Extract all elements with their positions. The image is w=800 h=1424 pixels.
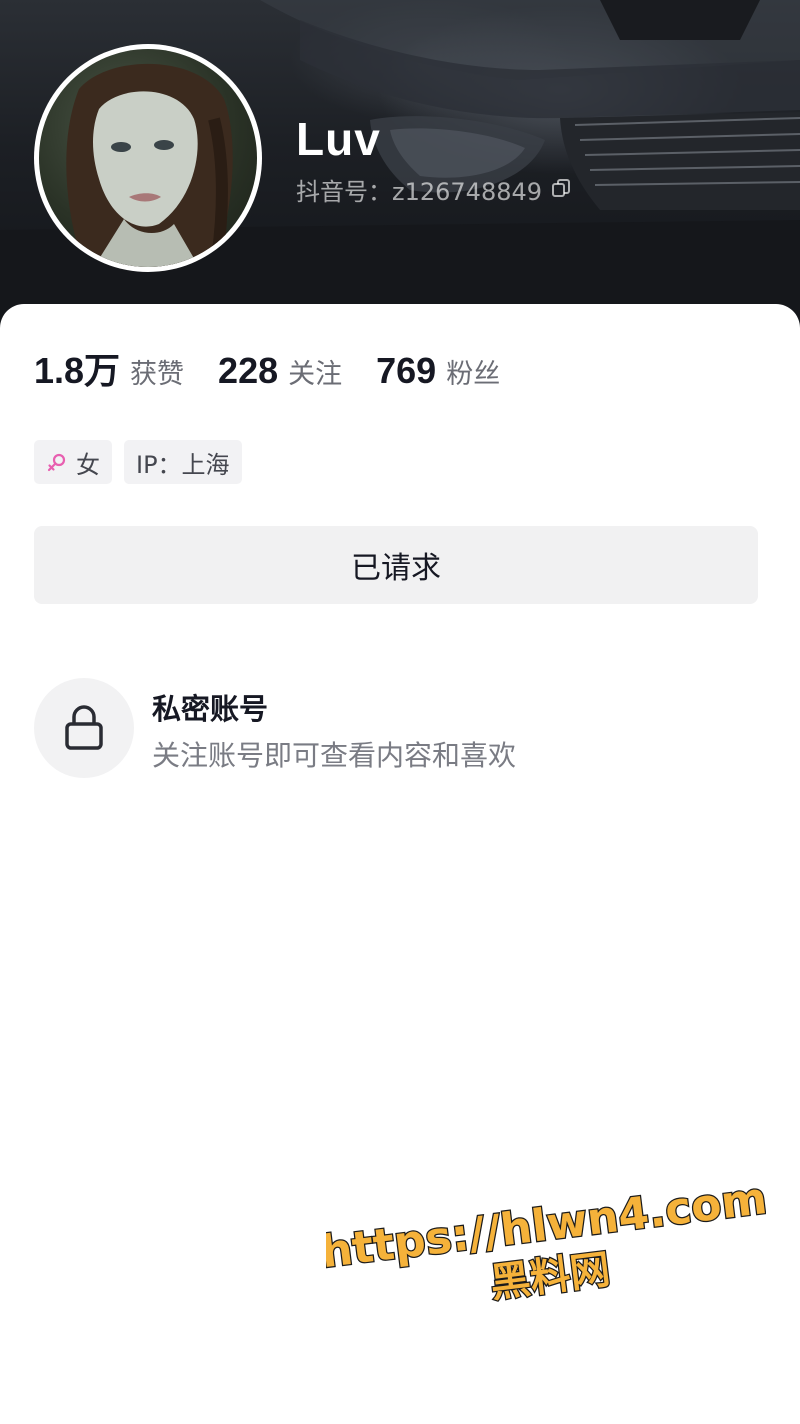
stat-likes-value: 1.8万 [34, 350, 121, 391]
private-account-description: 关注账号即可查看内容和喜欢 [152, 739, 517, 772]
stat-following-value: 228 [218, 350, 279, 391]
lock-icon [65, 705, 103, 750]
ip-tag: IP：上海 [124, 440, 242, 484]
stat-followers[interactable]: 769 粉丝 [376, 350, 500, 392]
lock-badge [34, 678, 134, 778]
stat-likes: 1.8万 获赞 [34, 342, 184, 394]
profile-nickname: Luv [296, 113, 381, 165]
stat-following-label: 关注 [288, 359, 343, 390]
private-account-notice: 私密账号 关注账号即可查看内容和喜欢 [34, 678, 774, 778]
douyin-id-text: 抖音号：z126748849 [296, 177, 543, 206]
profile-tags: 女 IP：上海 [34, 440, 254, 484]
copy-icon[interactable] [550, 178, 572, 200]
stat-followers-value: 769 [376, 350, 437, 391]
avatar[interactable] [34, 44, 262, 272]
avatar-image [39, 49, 257, 267]
douyin-id[interactable]: 抖音号：z126748849 [296, 172, 572, 206]
requested-button[interactable]: 已请求 [34, 526, 758, 604]
gender-tag: 女 [34, 440, 112, 484]
stats-row: 1.8万 获赞 228 关注 769 粉丝 [34, 342, 534, 394]
ip-tag-label: IP：上海 [136, 450, 230, 479]
private-account-title: 私密账号 [152, 692, 269, 726]
stat-likes-label: 获赞 [130, 359, 185, 390]
stat-following[interactable]: 228 关注 [218, 350, 342, 392]
profile-page: Luv 抖音号：z126748849 1.8万 获赞 228 关注 769 粉丝 [0, 0, 800, 1424]
female-icon [47, 453, 66, 472]
profile-cover: Luv 抖音号：z126748849 [0, 0, 800, 330]
watermark: https://hlwn4.com 黑料网 [326, 1172, 766, 1312]
gender-tag-label: 女 [76, 450, 100, 479]
stat-followers-label: 粉丝 [446, 359, 501, 390]
